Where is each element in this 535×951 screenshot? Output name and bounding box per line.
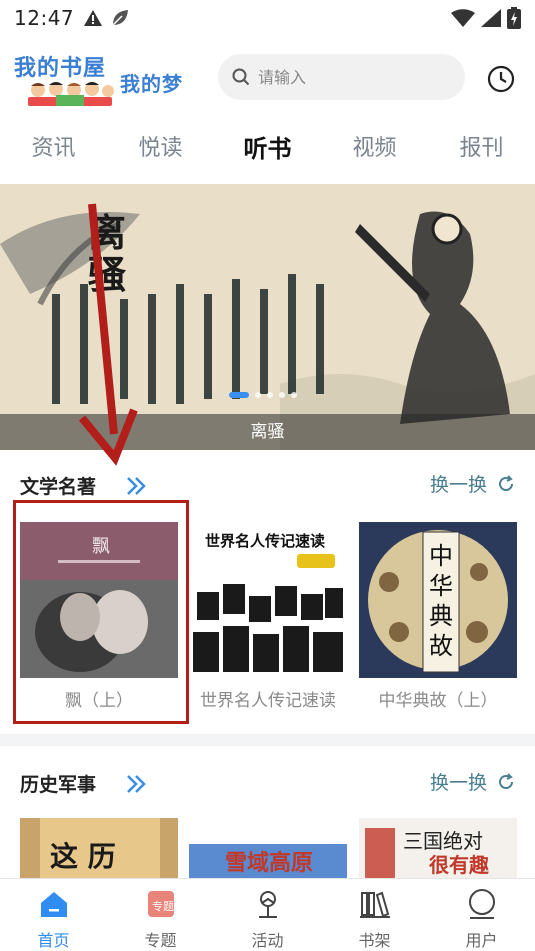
book-title: 飘（上） (65, 691, 133, 711)
logo-text-line2: 我的梦 (120, 72, 183, 96)
search-bar[interactable] (218, 54, 465, 100)
svg-text:三国绝对: 三国绝对 (403, 829, 483, 853)
svg-text:典: 典 (429, 602, 453, 630)
search-input[interactable] (258, 67, 448, 87)
section-divider (0, 734, 535, 746)
svg-text:雪域高原: 雪域高原 (225, 850, 313, 876)
svg-text:故: 故 (429, 632, 453, 660)
home-icon (40, 892, 67, 917)
book-cover: 飘 (20, 522, 178, 678)
header: 我的书屋 我的梦 (0, 40, 535, 116)
swap-label: 换一换 (429, 474, 487, 496)
swap-label: 换一换 (429, 772, 487, 794)
banner-carousel[interactable]: 离 骚 离骚 (0, 184, 535, 450)
logo-kids-illustration (28, 82, 114, 106)
bookshelf-icon (359, 891, 390, 918)
wifi-icon (451, 9, 475, 27)
nav-label: 专题 (144, 931, 177, 950)
book-card[interactable]: 中 华 典 故 中华典故（上） (359, 522, 517, 711)
svg-text:骚: 骚 (88, 252, 127, 297)
tab-video[interactable]: 视频 (321, 124, 428, 174)
carousel-dot-active[interactable] (229, 392, 249, 398)
carousel-dot[interactable] (255, 392, 261, 398)
section-title: 文学名著 (20, 476, 97, 498)
nav-label: 首页 (37, 931, 70, 950)
double-chevron-right-icon[interactable] (124, 772, 148, 796)
book-cover: 中 华 典 故 (359, 522, 517, 678)
svg-text:离: 离 (88, 210, 126, 255)
nav-item-user[interactable]: 用户 (428, 879, 535, 951)
history-clock-icon[interactable] (486, 64, 516, 94)
nav-item-activity[interactable]: 活动 (214, 879, 321, 951)
section-header-literature: 文学名著 换一换 (0, 466, 535, 506)
banner-caption: 离骚 (0, 414, 535, 450)
double-chevron-right-icon[interactable] (124, 474, 148, 498)
swap-button[interactable]: 换一换 (430, 470, 515, 497)
cover-title-text: 飘 (92, 536, 110, 557)
user-icon (468, 889, 495, 919)
tab-news[interactable]: 资讯 (0, 124, 107, 174)
book-card[interactable]: 世界名人传记速读 世界名人传记速读 (189, 522, 347, 711)
svg-text:华: 华 (429, 572, 453, 600)
nav-label: 用户 (465, 931, 498, 950)
battery-icon (507, 7, 521, 29)
logo-text-line1: 我的书屋 (14, 56, 107, 81)
nav-label: 活动 (251, 931, 284, 950)
cover-title-text: 世界名人传记速读 (205, 532, 325, 550)
activity-icon (258, 891, 277, 918)
section-title: 历史军事 (20, 774, 97, 796)
swap-button[interactable]: 换一换 (430, 768, 515, 795)
nav-item-home[interactable]: 首页 (0, 879, 107, 951)
tab-audiobooks[interactable]: 听书 (214, 124, 321, 174)
signal-icon (481, 9, 501, 27)
svg-text:很有趣: 很有趣 (429, 853, 490, 877)
bottom-navigation: 首页 专题 专题 活动 书架 用户 (0, 878, 535, 951)
tab-reading[interactable]: 悦读 (107, 124, 214, 174)
book-card[interactable]: 飘 飘（上） (20, 522, 178, 711)
app-logo: 我的书屋 我的梦 (12, 46, 202, 108)
svg-text:这 历: 这 历 (50, 840, 116, 873)
carousel-indicator (229, 392, 297, 398)
carousel-dot[interactable] (279, 392, 285, 398)
nav-item-bookshelf[interactable]: 书架 (321, 879, 428, 951)
book-title: 中华典故（上） (378, 691, 498, 711)
status-bar: 12:47 (0, 0, 535, 36)
banner-artwork: 离 骚 (0, 184, 535, 450)
section-header-history: 历史军事 换一换 (0, 764, 535, 804)
topic-icon: 专题 (147, 891, 174, 917)
nav-label: 书架 (358, 931, 391, 950)
carousel-dot[interactable] (267, 392, 273, 398)
book-title: 世界名人传记速读 (200, 691, 336, 711)
leaf-icon (112, 10, 129, 26)
search-icon (232, 68, 250, 86)
category-tabs: 资讯 悦读 听书 视频 报刊 (0, 124, 535, 174)
refresh-icon (499, 474, 513, 491)
status-time: 12:47 (14, 6, 75, 30)
svg-text:中: 中 (429, 542, 453, 570)
nav-item-topic[interactable]: 专题 专题 (107, 879, 214, 951)
refresh-icon (499, 772, 513, 789)
alert-icon (84, 10, 103, 26)
carousel-dot[interactable] (291, 392, 297, 398)
svg-text:专题: 专题 (152, 899, 174, 913)
book-cover: 世界名人传记速读 (189, 522, 347, 678)
tab-periodicals[interactable]: 报刊 (428, 124, 535, 174)
